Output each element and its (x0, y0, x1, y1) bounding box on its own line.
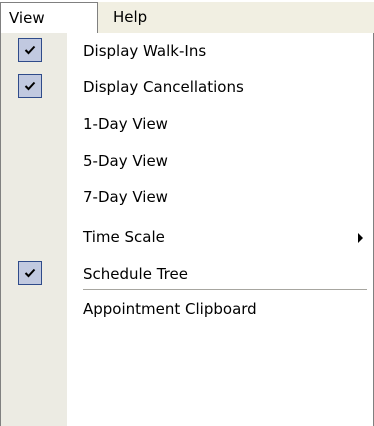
menu-item-time-scale[interactable]: Time Scale (1, 219, 373, 255)
view-dropdown-menu: Display Walk-Ins Display Cancellations 1… (0, 33, 374, 426)
menu-bar: View Help (0, 0, 374, 33)
menu-item-7-day-view[interactable]: 7-Day View (1, 179, 373, 215)
triangle-right-icon (358, 233, 363, 243)
checkmark-icon (24, 81, 36, 91)
screen: View Help Display Walk-Ins Display Cance… (0, 0, 374, 426)
menu-item-label: Time Scale (83, 228, 165, 246)
menu-item-schedule-tree[interactable]: Schedule Tree (1, 256, 373, 292)
checked-box (18, 261, 42, 285)
menu-item-1-day-view[interactable]: 1-Day View (1, 106, 373, 142)
menu-item-5-day-view[interactable]: 5-Day View (1, 143, 373, 179)
menu-item-label: Display Walk-Ins (83, 42, 207, 60)
menu-item-appointment-clipboard[interactable]: Appointment Clipboard (1, 291, 373, 327)
menu-item-label: 1-Day View (83, 115, 168, 133)
menu-item-label: Schedule Tree (83, 265, 188, 283)
menu-item-label: 7-Day View (83, 188, 168, 206)
checked-box (18, 38, 42, 62)
checkmark-icon (24, 45, 36, 55)
menu-item-label: Display Cancellations (83, 78, 244, 96)
menu-item-display-walk-ins[interactable]: Display Walk-Ins (1, 33, 373, 69)
menu-view[interactable]: View (0, 2, 98, 33)
checkmark-icon (24, 268, 36, 278)
menu-help[interactable]: Help (104, 2, 164, 33)
menu-item-label: Appointment Clipboard (83, 300, 257, 318)
menu-item-display-cancellations[interactable]: Display Cancellations (1, 69, 373, 105)
menu-item-label: 5-Day View (83, 152, 168, 170)
checked-box (18, 74, 42, 98)
